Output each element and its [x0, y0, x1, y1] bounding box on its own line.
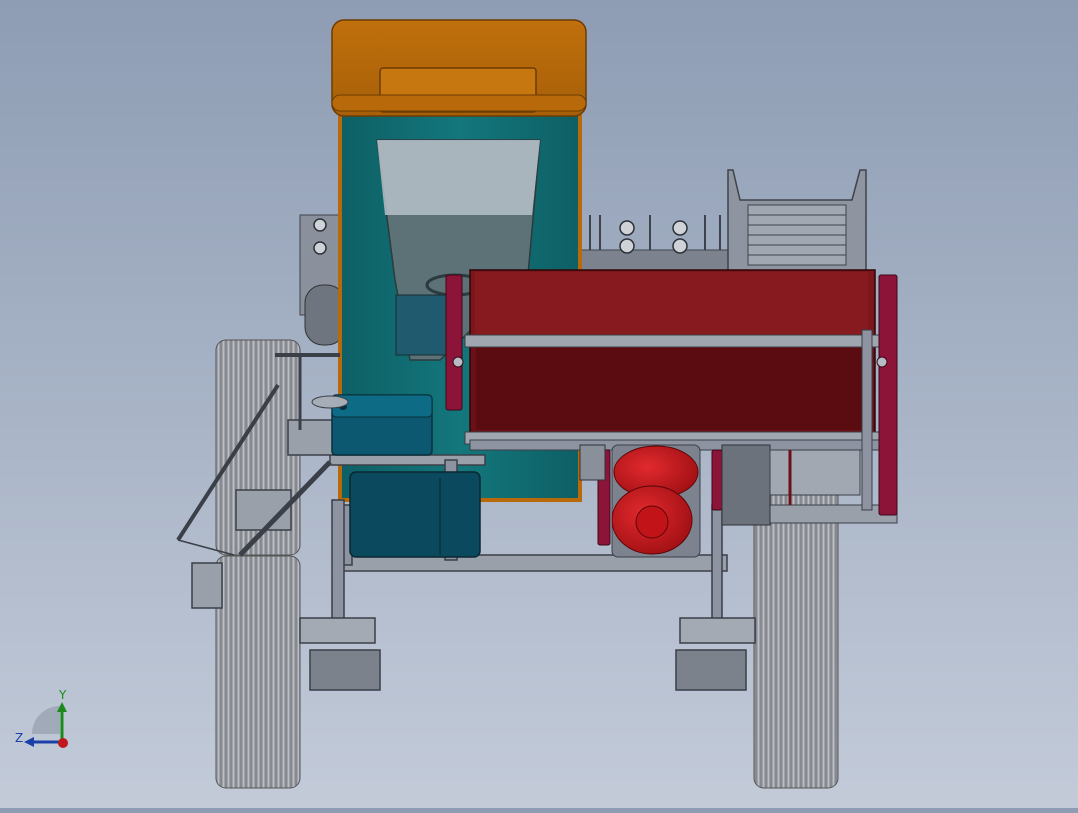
- fuel-tank: [349, 471, 481, 558]
- z-axis-label: Z: [15, 731, 24, 745]
- cad-model-view: [176, 19, 898, 789]
- view-orientation-triad[interactable]: [12, 686, 82, 756]
- y-axis-label: Y: [59, 688, 67, 702]
- cad-graphics-area[interactable]: Y Z: [0, 0, 1078, 808]
- left-front-tire: [215, 555, 301, 789]
- x-axis-icon: [58, 738, 68, 748]
- cab-roof: [331, 19, 587, 117]
- blower-tank: [611, 444, 701, 558]
- z-axis-arrow-icon: [24, 737, 34, 747]
